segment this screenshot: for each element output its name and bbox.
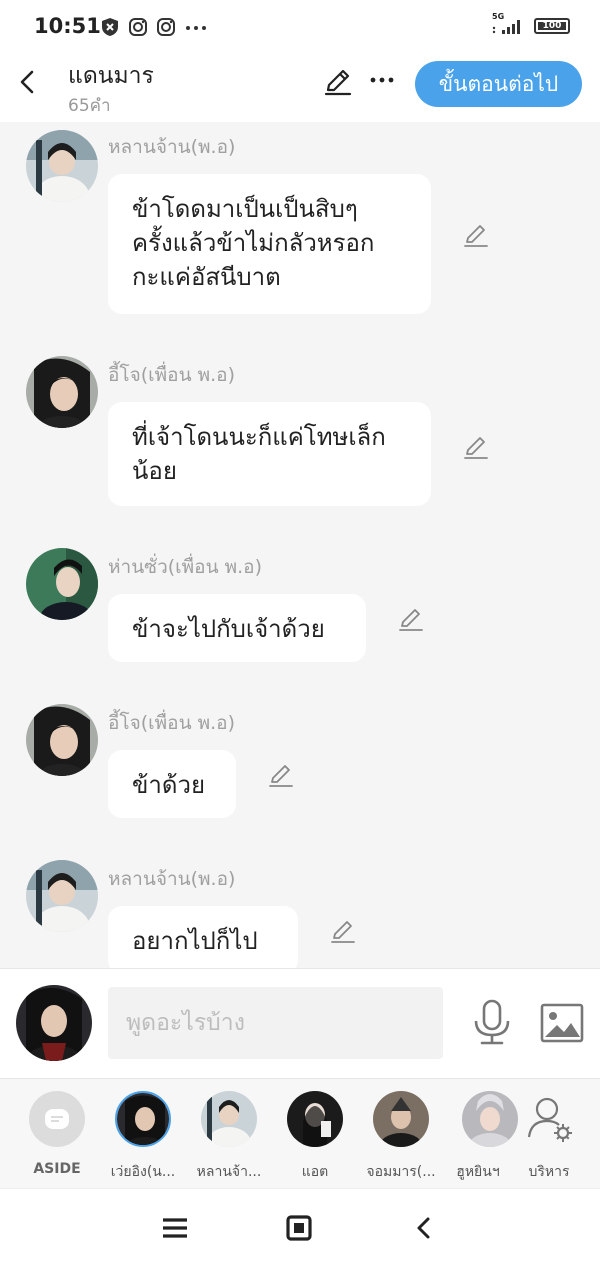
character-avatar	[115, 1091, 171, 1147]
message-line: ครั้งแล้วข้าไม่กลัวหรอก	[132, 229, 375, 257]
character-label: ASIDE	[33, 1161, 81, 1177]
instagram-icon	[157, 18, 175, 36]
character-label: เว่ยอิง(น...	[110, 1164, 176, 1180]
character-avatar	[201, 1091, 257, 1147]
character-aside[interactable]: ASIDE	[17, 1091, 97, 1177]
speaker-name: หลานจ้าน(พ.อ)	[108, 136, 236, 158]
more-notifications-icon	[186, 26, 206, 30]
message-line: ข้าจะไปกับเจ้าด้วย	[132, 615, 325, 643]
status-bar: 10:51 5G 100	[0, 0, 600, 56]
edit-pen-icon[interactable]	[322, 66, 354, 98]
message-bubble[interactable]: ข้าด้วย	[108, 750, 236, 818]
message-bubble[interactable]: ที่เจ้าโดนนะก็แค่โทษเล็ก น้อย	[108, 402, 431, 506]
composer-bar: พูดอะไรบ้าง	[0, 968, 600, 1079]
home-icon[interactable]	[286, 1215, 312, 1241]
avatar[interactable]	[26, 356, 98, 428]
avatar[interactable]	[26, 130, 98, 202]
message-line: น้อย	[132, 457, 177, 485]
character-label: หลานจ้า...	[196, 1164, 262, 1180]
system-back-icon[interactable]	[414, 1216, 432, 1240]
chat-list[interactable]: หลานจ้าน(พ.อ) ข้าโดดมาเป็นเป็นสิบๆ ครั้ง…	[0, 122, 600, 968]
shield-icon	[102, 18, 118, 36]
edit-message-icon[interactable]	[462, 222, 490, 250]
character-item[interactable]: หลานจ้า...	[189, 1091, 269, 1183]
character-avatar	[287, 1091, 343, 1147]
current-character-avatar[interactable]	[16, 985, 92, 1061]
message-bubble[interactable]: ข้าโดดมาเป็นเป็นสิบๆ ครั้งแล้วข้าไม่กลัว…	[108, 174, 431, 314]
message-input[interactable]: พูดอะไรบ้าง	[108, 987, 443, 1059]
aside-avatar	[29, 1091, 85, 1147]
manage-user-icon	[521, 1091, 577, 1147]
message-bubble[interactable]: ข้าจะไปกับเจ้าด้วย	[108, 594, 366, 662]
microphone-icon[interactable]	[470, 999, 514, 1045]
signal-icon: 5G	[492, 12, 526, 36]
message-line: กะแค่อัสนีบาต	[132, 263, 281, 291]
speaker-name: อี้โจ(เพื่อน พ.อ)	[108, 712, 236, 734]
character-selector: ASIDE เว่ยอิง(น... หลานจ้า... แอต จอมมาร…	[0, 1078, 600, 1189]
character-avatar	[373, 1091, 429, 1147]
system-navigation-bar	[0, 1188, 600, 1268]
character-item[interactable]: เว่ยอิง(น...	[103, 1091, 183, 1183]
character-label: ฮูหยินฯ	[456, 1164, 500, 1180]
more-options-icon[interactable]	[370, 74, 394, 86]
app-header: แดนมาร 65คำ ขั้นตอนต่อไป	[0, 56, 600, 122]
message-line: อยากไปก็ไป	[132, 927, 258, 955]
speaker-name: ห่านซั่ว(เพื่อน พ.อ)	[108, 556, 263, 578]
message-line: ที่เจ้าโดนนะก็แค่โทษเล็ก	[132, 423, 386, 451]
back-arrow-icon[interactable]	[16, 68, 40, 96]
speaker-name: อี้โจ(เพื่อน พ.อ)	[108, 364, 236, 386]
character-item[interactable]: แอต	[275, 1091, 355, 1183]
edit-message-icon[interactable]	[397, 606, 425, 634]
next-step-button[interactable]: ขั้นตอนต่อไป	[415, 61, 582, 107]
character-item[interactable]: จอมมาร(...	[361, 1091, 441, 1183]
avatar[interactable]	[26, 704, 98, 776]
edit-message-icon[interactable]	[267, 762, 295, 790]
system-icons: 5G 100	[492, 12, 570, 36]
edit-message-icon[interactable]	[329, 918, 357, 946]
manage-characters-button[interactable]: บริหาร	[509, 1091, 589, 1183]
page-title: แดนมาร	[68, 63, 154, 89]
edit-message-icon[interactable]	[462, 434, 490, 462]
avatar[interactable]	[26, 860, 98, 932]
battery-level: 100	[542, 21, 562, 31]
word-count: 65คำ	[68, 96, 111, 116]
notification-icons	[100, 17, 208, 37]
speaker-name: หลานจ้าน(พ.อ)	[108, 868, 236, 890]
instagram-icon	[129, 18, 147, 36]
character-label: แอต	[301, 1164, 329, 1180]
message-line: ข้าโดดมาเป็นเป็นสิบๆ	[132, 195, 358, 223]
image-icon[interactable]	[540, 1003, 584, 1043]
recent-apps-icon[interactable]	[161, 1217, 189, 1239]
avatar[interactable]	[26, 548, 98, 620]
character-item[interactable]: ฮูหยินฯ	[447, 1091, 518, 1183]
character-label: จอมมาร(...	[366, 1164, 436, 1180]
clock: 10:51	[34, 14, 101, 38]
battery-icon: 100	[534, 18, 570, 34]
message-bubble[interactable]: อยากไปก็ไป	[108, 906, 298, 968]
character-label: บริหาร	[528, 1164, 570, 1180]
message-line: ข้าด้วย	[132, 771, 206, 799]
